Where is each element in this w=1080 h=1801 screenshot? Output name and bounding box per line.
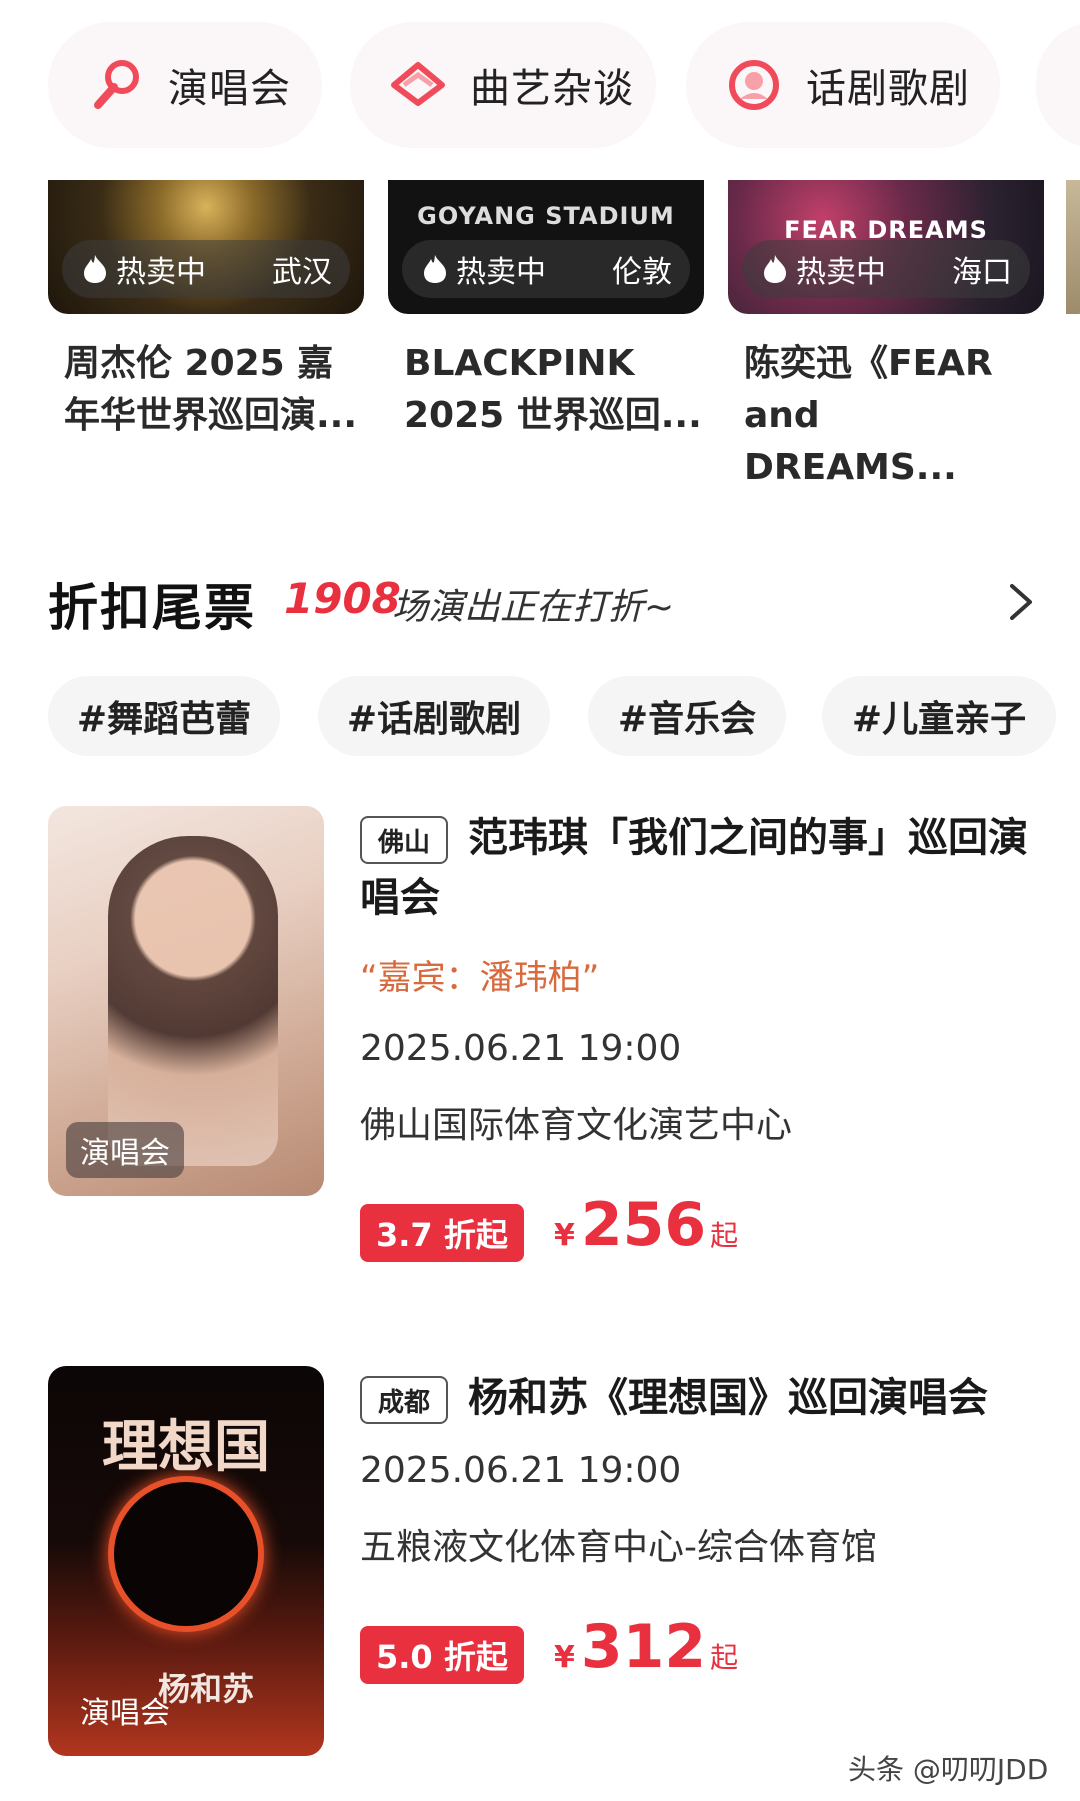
event-date: 2025.06.21 19:00 — [360, 1450, 682, 1491]
flame-icon — [84, 255, 106, 283]
flame-icon — [764, 255, 786, 283]
hot-city: 武汉 — [272, 255, 332, 290]
category-bar: 演唱会 曲艺杂谈 话剧歌剧 — [0, 22, 1080, 150]
discount-subtitle: 场演出正在打折~ — [392, 587, 675, 628]
category-concert[interactable]: 演唱会 — [48, 22, 322, 148]
hot-status: 热卖中 — [796, 255, 886, 290]
discount-badge: 5.0 折起 — [360, 1626, 524, 1684]
event-price: ¥ 256 起 — [554, 1190, 738, 1260]
price-value: 312 — [580, 1612, 707, 1682]
tag-dance[interactable]: #舞蹈芭蕾 — [48, 676, 280, 756]
event-title[interactable]: 杨和苏《理想国》巡回演唱会 — [360, 1368, 1040, 1428]
chevron-right-icon[interactable] — [1002, 580, 1038, 624]
price-currency: ¥ — [554, 1640, 575, 1675]
hot-status-bar: 热卖中 海口 — [742, 240, 1030, 298]
category-drama[interactable]: 话剧歌剧 — [686, 22, 1000, 148]
watermark: 头条 @叨叨JDD — [848, 1753, 1049, 1786]
category-label: 演唱会 — [168, 66, 291, 112]
hot-card-jay[interactable]: 热卖中 武汉 — [48, 180, 364, 314]
event-title[interactable]: 范玮琪「我们之间的事」巡回演唱会 — [360, 808, 1040, 928]
price-value: 256 — [580, 1190, 707, 1260]
price-suffix: 起 — [710, 1219, 739, 1252]
discount-count: 1908 — [284, 574, 401, 623]
event-price: ¥ 312 起 — [554, 1612, 738, 1682]
poster-title: 理想国 — [102, 1414, 270, 1480]
tag-concert-music[interactable]: #音乐会 — [588, 676, 786, 756]
hot-caption[interactable]: BLACKPINK 2025 世界巡回... — [404, 338, 704, 442]
hot-city: 海口 — [952, 255, 1012, 290]
hot-card-blackpink[interactable]: GOYANG STADIUM 热卖中 伦敦 — [388, 180, 704, 314]
hot-card-partial[interactable] — [1066, 180, 1080, 314]
hot-city: 伦敦 — [612, 255, 672, 290]
category-badge: 演唱会 — [66, 1122, 184, 1178]
hot-status-bar: 热卖中 武汉 — [62, 240, 350, 298]
price-currency: ¥ — [554, 1218, 575, 1253]
event-venue: 佛山国际体育文化演艺中心 — [360, 1105, 793, 1146]
category-more[interactable] — [1036, 22, 1080, 148]
poster-text: GOYANG STADIUM — [417, 202, 675, 230]
tag-drama[interactable]: #话剧歌剧 — [318, 676, 550, 756]
flame-icon — [424, 255, 446, 283]
hot-status: 热卖中 — [116, 255, 206, 290]
mask-icon — [726, 57, 782, 113]
category-label: 曲艺杂谈 — [470, 66, 634, 112]
hot-status: 热卖中 — [456, 255, 546, 290]
discount-badge: 3.7 折起 — [360, 1204, 524, 1262]
poster-ring — [108, 1476, 264, 1632]
category-badge: 演唱会 — [80, 1696, 170, 1731]
event-poster[interactable]: 理想国 杨和苏 演唱会 — [48, 1366, 324, 1756]
hot-status-bar: 热卖中 伦敦 — [402, 240, 690, 298]
tag-kids[interactable]: #儿童亲子 — [822, 676, 1056, 756]
price-suffix: 起 — [710, 1641, 739, 1674]
microphone-icon — [88, 57, 144, 113]
category-quyi[interactable]: 曲艺杂谈 — [350, 22, 656, 148]
section-title: 折扣尾票 — [48, 579, 256, 637]
event-poster[interactable]: 演唱会 — [48, 806, 324, 1196]
fan-icon — [390, 57, 446, 113]
poster-figure — [108, 836, 278, 1166]
hot-caption[interactable]: 周杰伦 2025 嘉年华世界巡回演... — [64, 338, 364, 442]
event-date: 2025.06.21 19:00 — [360, 1028, 682, 1069]
hot-caption[interactable]: 陈奕迅《FEAR and DREAMS... — [744, 338, 1044, 494]
event-guest: “嘉宾：潘玮柏” — [360, 958, 600, 998]
hot-card-eason[interactable]: FEAR DREAMS 热卖中 海口 — [728, 180, 1044, 314]
category-label: 话剧歌剧 — [806, 66, 970, 112]
event-venue: 五粮液文化体育中心-综合体育馆 — [360, 1527, 877, 1568]
